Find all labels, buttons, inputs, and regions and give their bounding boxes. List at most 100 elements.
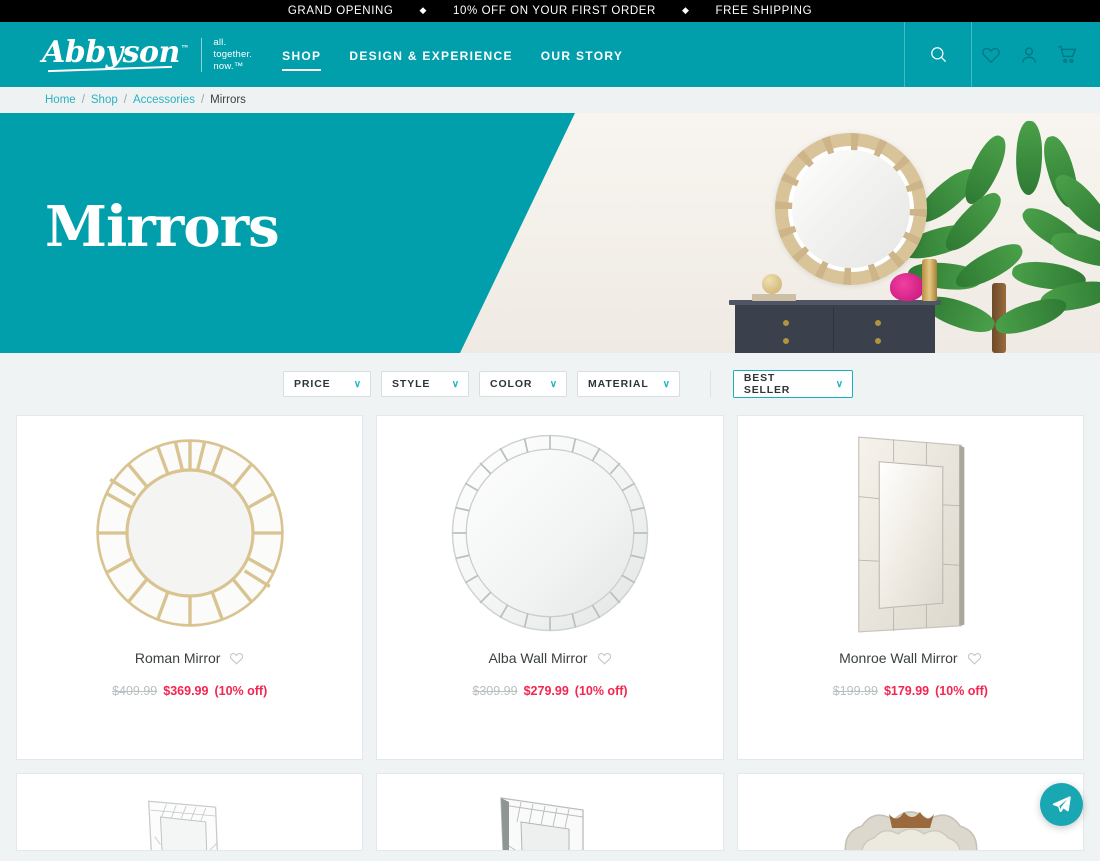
page-title: Mirrors bbox=[45, 194, 280, 260]
announcement-item-1: GRAND OPENING bbox=[287, 5, 394, 17]
product-card[interactable]: Roman Mirror $409.99 $369.99 (10% off) bbox=[16, 415, 364, 760]
product-price-current: $179.99 bbox=[883, 684, 930, 698]
main-navigation: SHOP DESIGN & EXPERIENCE OUR STORY bbox=[282, 22, 623, 87]
hero-dresser bbox=[729, 300, 941, 353]
site-header: Abbyson™ all. together. now.™ SHOP DESIG… bbox=[0, 22, 1100, 87]
round-silver-segmented-mirror-icon bbox=[451, 434, 649, 632]
breadcrumb: Home / Shop / Accessories / Mirrors bbox=[0, 87, 1100, 113]
announcement-bar: GRAND OPENING ◆ 10% OFF ON YOUR FIRST OR… bbox=[0, 0, 1100, 22]
filter-material-label: MATERIAL bbox=[588, 378, 649, 390]
product-card[interactable] bbox=[736, 773, 1084, 851]
hero-round-gold-mirror bbox=[775, 133, 927, 285]
category-hero-banner: Mirrors bbox=[0, 113, 1100, 353]
filter-toolbar: PRICE ∨ STYLE ∨ COLOR ∨ MATERIAL ∨ BEST … bbox=[0, 353, 1100, 415]
wishlist-heart-icon[interactable] bbox=[597, 651, 612, 666]
breadcrumb-item-home[interactable]: Home bbox=[45, 94, 76, 106]
product-price-row: $199.99 $179.99 (10% off) bbox=[833, 684, 988, 698]
product-discount-label: (10% off) bbox=[214, 684, 268, 698]
announcement-item-2: 10% OFF ON YOUR FIRST ORDER bbox=[452, 5, 656, 17]
filter-material-dropdown[interactable]: MATERIAL ∨ bbox=[577, 371, 680, 397]
filter-color-dropdown[interactable]: COLOR ∨ bbox=[479, 371, 567, 397]
product-price-current: $369.99 bbox=[163, 684, 209, 698]
hero-gold-vase-decor bbox=[922, 259, 937, 301]
diamond-separator-icon: ◆ bbox=[419, 4, 427, 15]
chevron-down-icon: ∨ bbox=[451, 378, 460, 390]
chevron-down-icon: ∨ bbox=[835, 378, 844, 390]
hero-gold-orb-decor bbox=[762, 274, 782, 294]
breadcrumb-item-accessories[interactable]: Accessories bbox=[133, 94, 195, 106]
product-discount-label: (10% off) bbox=[574, 684, 628, 698]
tagline-line-1: all. bbox=[213, 36, 227, 48]
wishlist-heart-icon[interactable] bbox=[229, 651, 244, 666]
chat-support-button[interactable] bbox=[1040, 783, 1083, 826]
product-discount-label: (10% off) bbox=[935, 684, 988, 698]
product-grid: Roman Mirror $409.99 $369.99 (10% off) A… bbox=[0, 415, 1100, 760]
filter-style-dropdown[interactable]: STYLE ∨ bbox=[381, 371, 469, 397]
nav-item-design-experience[interactable]: DESIGN & EXPERIENCE bbox=[349, 27, 512, 83]
product-price-row: $409.99 $369.99 (10% off) bbox=[112, 684, 267, 698]
product-image-tall-silver-floor-mirror bbox=[17, 774, 362, 850]
wishlist-heart-icon[interactable] bbox=[967, 651, 982, 666]
sort-dropdown[interactable]: BEST SELLER ∨ bbox=[732, 370, 853, 398]
tagline-line-2: together. bbox=[213, 48, 253, 60]
product-price-original: $409.99 bbox=[112, 684, 158, 698]
wishlist-button[interactable] bbox=[972, 22, 1010, 87]
product-price-original: $199.99 bbox=[832, 684, 878, 698]
chevron-down-icon: ∨ bbox=[662, 378, 671, 390]
product-name: Monroe Wall Mirror bbox=[839, 650, 958, 666]
logo-trademark-icon: ™ bbox=[180, 43, 189, 53]
logo-tagline: all. together. now.™ bbox=[213, 37, 252, 73]
product-image-roman-mirror bbox=[17, 416, 362, 644]
chevron-down-icon: ∨ bbox=[549, 378, 558, 390]
breadcrumb-separator: / bbox=[200, 94, 205, 106]
brand-logo[interactable]: Abbyson™ all. together. now.™ bbox=[42, 31, 252, 79]
cart-icon bbox=[1057, 45, 1076, 64]
product-card[interactable]: Alba Wall Mirror $309.99 $279.99 (10% of… bbox=[376, 415, 724, 760]
hero-flowers-decor bbox=[890, 273, 924, 301]
announcement-item-3: FREE SHIPPING bbox=[715, 5, 813, 17]
product-price-original: $309.99 bbox=[472, 684, 518, 698]
product-title-row: Monroe Wall Mirror bbox=[839, 650, 982, 666]
chevron-down-icon: ∨ bbox=[353, 378, 362, 390]
account-button[interactable] bbox=[1010, 22, 1048, 87]
product-card[interactable]: Monroe Wall Mirror $199.99 $179.99 (10% … bbox=[736, 415, 1084, 760]
breadcrumb-current-mirrors: Mirrors bbox=[210, 94, 246, 106]
product-price-row: $309.99 $279.99 (10% off) bbox=[472, 684, 627, 698]
round-gold-geometric-mirror-icon bbox=[95, 439, 284, 627]
product-title-row: Alba Wall Mirror bbox=[488, 650, 611, 666]
breadcrumb-separator: / bbox=[123, 94, 127, 106]
logo-divider bbox=[201, 37, 203, 72]
account-person-icon bbox=[1022, 46, 1036, 63]
product-name: Alba Wall Mirror bbox=[488, 650, 588, 666]
filter-price-dropdown[interactable]: PRICE ∨ bbox=[283, 371, 371, 397]
product-image-alba-wall-mirror bbox=[377, 416, 722, 644]
filter-style-label: STYLE bbox=[392, 378, 431, 390]
product-name: Roman Mirror bbox=[134, 650, 221, 666]
product-image-monroe-wall-mirror bbox=[738, 416, 1083, 644]
breadcrumb-item-shop[interactable]: Shop bbox=[91, 94, 118, 106]
filter-price-label: PRICE bbox=[294, 378, 331, 390]
nav-item-our-story[interactable]: OUR STORY bbox=[541, 27, 623, 83]
hero-books-decor bbox=[752, 294, 796, 301]
product-image-silver-beveled-wall-mirror bbox=[377, 774, 722, 850]
tagline-line-3: now.™ bbox=[213, 60, 244, 72]
tall-silver-floor-mirror-icon bbox=[147, 800, 218, 850]
paper-plane-icon bbox=[1052, 796, 1071, 813]
product-image-ornate-scalloped-mirror bbox=[738, 774, 1083, 850]
rectangular-beveled-panel-mirror-icon bbox=[858, 435, 965, 633]
filter-color-label: COLOR bbox=[490, 378, 533, 390]
silver-beveled-wall-mirror-icon bbox=[500, 797, 585, 850]
product-grid-row-2 bbox=[0, 773, 1100, 851]
search-button[interactable] bbox=[904, 22, 972, 87]
nav-item-shop[interactable]: SHOP bbox=[282, 27, 322, 83]
breadcrumb-separator: / bbox=[81, 94, 85, 106]
header-actions bbox=[904, 22, 1100, 87]
product-card[interactable] bbox=[16, 773, 364, 851]
cart-button[interactable] bbox=[1048, 22, 1086, 87]
sort-selected-label: BEST SELLER bbox=[743, 372, 791, 396]
product-price-current: $279.99 bbox=[523, 684, 569, 698]
logo-wordmark: Abbyson™ bbox=[42, 35, 189, 70]
wishlist-heart-icon bbox=[982, 47, 1000, 63]
ornate-scalloped-mirror-icon bbox=[844, 811, 978, 850]
product-card[interactable] bbox=[376, 773, 724, 851]
